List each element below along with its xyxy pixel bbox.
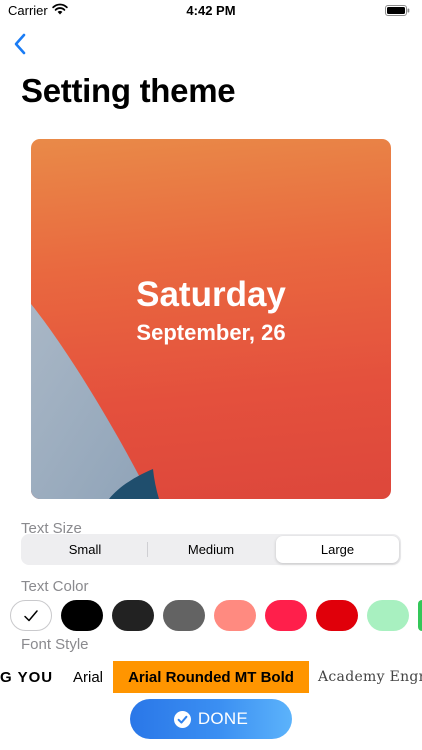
color-swatch-red[interactable] (316, 600, 358, 631)
color-swatch-white[interactable] (10, 600, 52, 631)
segment-small[interactable]: Small (23, 536, 147, 563)
color-swatch-black[interactable] (61, 600, 103, 631)
font-option-arial[interactable]: Arial (73, 661, 103, 693)
theme-preview: Saturday September, 26 (31, 139, 391, 499)
font-option-partial[interactable]: G YOU (0, 661, 53, 693)
back-button[interactable] (8, 30, 32, 58)
font-option-arial-rounded[interactable]: Arial Rounded MT Bold (113, 661, 309, 693)
segment-medium[interactable]: Medium (149, 536, 273, 563)
status-time: 4:42 PM (186, 3, 236, 18)
color-swatch-salmon[interactable] (214, 600, 256, 631)
segment-large[interactable]: Large (276, 536, 399, 563)
font-style-label: Font Style (21, 636, 89, 653)
text-color-label: Text Color (21, 578, 89, 595)
color-swatch-green[interactable] (418, 600, 422, 631)
page-title: Setting theme (21, 72, 236, 109)
wallpaper-image (31, 304, 159, 499)
check-circle-icon (173, 710, 191, 728)
color-swatch-dark-gray[interactable] (112, 600, 154, 631)
done-button[interactable]: DONE (130, 699, 292, 739)
color-swatch-mint[interactable] (367, 600, 409, 631)
battery-icon (385, 5, 410, 16)
segment-divider (147, 542, 148, 557)
color-swatch-gray[interactable] (163, 600, 205, 631)
checkmark-icon (24, 609, 38, 621)
done-label: DONE (197, 709, 249, 728)
preview-day: Saturday (136, 275, 286, 314)
font-option-academy-engraved[interactable]: Academy Engra (318, 661, 422, 693)
color-swatch-pink-red[interactable] (265, 600, 307, 631)
chevron-left-icon (14, 33, 26, 55)
status-bar: Carrier 4:42 PM (0, 0, 422, 22)
preview-date: September, 26 (136, 320, 286, 345)
text-size-segmented-control: Small Medium Large (21, 534, 401, 565)
